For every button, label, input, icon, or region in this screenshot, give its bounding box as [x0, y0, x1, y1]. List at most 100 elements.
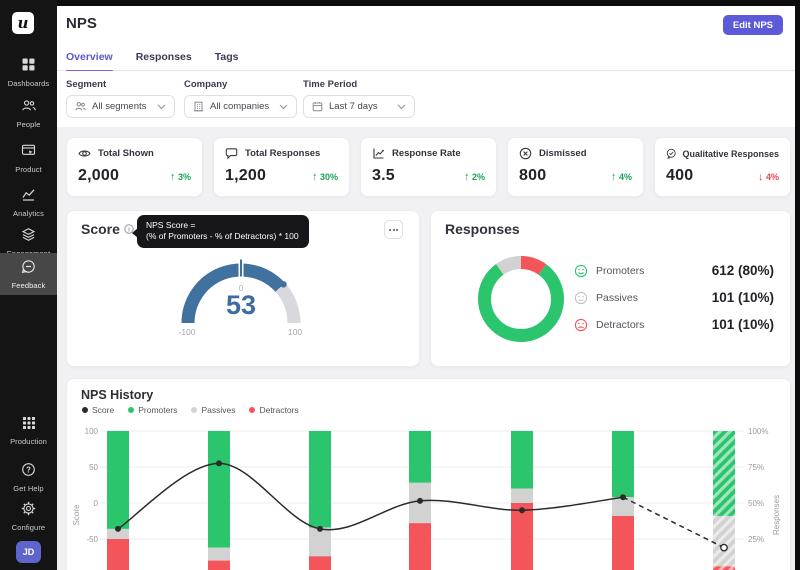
nps-gauge: 0 53 -100 100: [67, 241, 421, 366]
nps-history-chart: 100500-50-100100%75%50%25%ScoreResponses: [72, 427, 781, 570]
card-menu-button[interactable]: [384, 220, 403, 239]
stat-label: Total Shown: [98, 148, 154, 159]
legend-item-promoters: Promoters: [128, 405, 177, 415]
promoters-dot: [128, 407, 135, 413]
tooltip-line-2: (% of Promoters - % of Detractors) * 100: [146, 231, 299, 242]
feedback-icon: [21, 260, 35, 274]
sidebar-item-production[interactable]: Production: [0, 412, 57, 452]
arrow-up-icon: ↑: [169, 171, 176, 183]
svg-text:i: i: [128, 226, 130, 233]
main-area: NPS Edit NPS Overview Responses Tags Seg…: [57, 6, 795, 570]
time-period-dropdown[interactable]: Last 7 days: [303, 95, 415, 118]
svg-text:-50: -50: [86, 535, 98, 544]
sidebar-item-label: Production: [10, 437, 47, 446]
legend-item-score: Score: [82, 405, 114, 415]
tooltip-line-1: NPS Score =: [146, 220, 196, 230]
tab-overview[interactable]: Overview: [66, 51, 113, 72]
legend-item-passives: Passives: [191, 405, 235, 415]
eye-icon: [78, 150, 91, 157]
company-filter: Company All companies: [184, 79, 297, 118]
arrow-down-icon: ↓: [757, 171, 764, 183]
time-period-value: Last 7 days: [329, 101, 378, 112]
engagement-icon: [21, 228, 36, 241]
arrow-up-icon: ↑: [463, 171, 470, 183]
svg-text:100%: 100%: [748, 427, 768, 436]
stat-value: 1,200: [225, 167, 267, 184]
chevron-down-icon: [157, 104, 166, 109]
sidebar-item-get-help[interactable]: ? Get Help: [0, 458, 57, 498]
stat-card-total-responses: Total Responses 1,200 ↑ 30%: [213, 137, 350, 197]
tab-bar: Overview Responses Tags: [66, 51, 238, 72]
dismissed-icon: [519, 147, 532, 160]
legend-label: Detractors: [596, 318, 645, 331]
frown-face-icon: [574, 318, 588, 331]
stat-value: 3.5: [372, 167, 395, 184]
stat-delta: ↑ 4%: [610, 171, 632, 183]
responses-legend: Promoters 612 (80%) Passives 101 (10%) D…: [574, 257, 774, 338]
segment-dropdown[interactable]: All segments: [66, 95, 175, 118]
edit-nps-button[interactable]: Edit NPS: [722, 15, 783, 35]
stat-card-total-shown: Total Shown 2,000 ↑ 3%: [66, 137, 203, 197]
stat-label: Dismissed: [539, 148, 587, 159]
stat-delta: ↑ 3%: [169, 171, 191, 183]
nps-history-card: NPS History Score Promoters Passives Det…: [66, 378, 791, 570]
svg-text:-100: -100: [178, 327, 195, 337]
userpilot-logo[interactable]: u: [12, 12, 34, 34]
company-filter-label: Company: [184, 79, 228, 90]
svg-text:Score: Score: [72, 504, 81, 525]
legend-value: 101 (10%): [711, 317, 774, 332]
arrow-up-icon: ↑: [311, 171, 318, 183]
stat-label: Response Rate: [392, 148, 461, 159]
configure-icon: [21, 501, 36, 516]
user-avatar[interactable]: JD: [16, 541, 41, 563]
chevron-down-icon: [279, 104, 288, 109]
sidebar-item-label: Analytics: [13, 209, 44, 218]
svg-text:75%: 75%: [748, 463, 764, 472]
responses-card: Responses Promoters 612 (80%) Passives 1…: [430, 210, 791, 367]
svg-text:25%: 25%: [748, 535, 764, 544]
analytics-icon: [22, 189, 35, 201]
company-dropdown[interactable]: All companies: [184, 95, 297, 118]
sidebar-item-configure[interactable]: Configure: [0, 497, 57, 537]
svg-text:100: 100: [85, 427, 99, 436]
sidebar-item-analytics[interactable]: Analytics: [0, 183, 57, 223]
tab-tags[interactable]: Tags: [215, 51, 239, 72]
nps-history-legend: Score Promoters Passives Detractors: [82, 405, 299, 415]
score-tooltip: NPS Score = (% of Promoters - % of Detra…: [132, 215, 309, 248]
stat-delta: ↑ 2%: [463, 171, 485, 183]
sidebar-item-label: Configure: [11, 523, 46, 532]
sidebar-item-label: Feedback: [11, 281, 46, 290]
calendar-icon: [312, 102, 323, 112]
page-title: NPS: [66, 15, 97, 32]
rate-chart-icon: [373, 148, 384, 159]
sidebar-item-label: Product: [15, 165, 42, 174]
sidebar-item-people[interactable]: People: [0, 94, 57, 134]
dashboard-content: Total Shown 2,000 ↑ 3% Total Responses 1…: [57, 127, 795, 570]
stat-value: 800: [519, 167, 547, 184]
company-building-icon: [194, 101, 203, 112]
dashboards-icon: [22, 58, 35, 71]
sidebar-item-feedback[interactable]: Feedback: [0, 253, 57, 295]
svg-text:0: 0: [94, 499, 99, 508]
sidebar-item-dashboards[interactable]: Dashboards: [0, 53, 57, 93]
tab-responses[interactable]: Responses: [136, 51, 192, 72]
svg-text:100: 100: [288, 327, 302, 337]
stat-value: 400: [666, 167, 694, 184]
legend-row-passives: Passives 101 (10%): [574, 284, 774, 311]
stat-label: Total Responses: [245, 148, 321, 159]
sidebar-item-label: Get Help: [13, 484, 44, 493]
time-period-filter-label: Time Period: [303, 79, 358, 90]
people-icon: [21, 100, 36, 111]
legend-row-promoters: Promoters 612 (80%): [574, 257, 774, 284]
stat-card-response-rate: Response Rate 3.5 ↑ 2%: [360, 137, 497, 197]
segment-value: All segments: [92, 101, 147, 112]
legend-value: 101 (10%): [711, 290, 774, 305]
neutral-face-icon: [574, 291, 588, 304]
segment-filter: Segment All segments: [66, 79, 175, 118]
arrow-up-icon: ↑: [610, 171, 617, 183]
company-value: All companies: [210, 101, 270, 112]
detractors-dot: [249, 407, 256, 413]
sidebar-item-label: People: [16, 120, 41, 129]
svg-text:Responses: Responses: [772, 495, 781, 535]
sidebar-item-product[interactable]: Product: [0, 139, 57, 179]
